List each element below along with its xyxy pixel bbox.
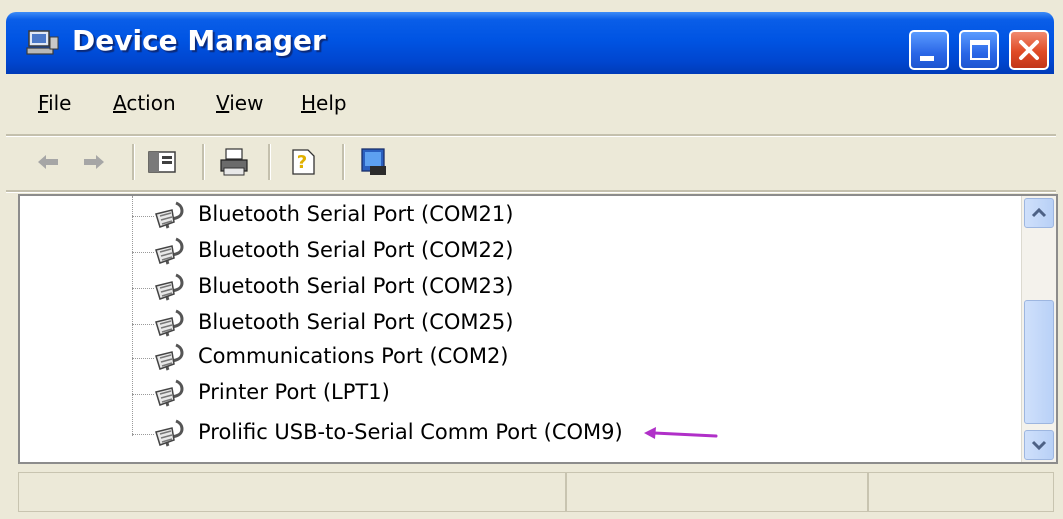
tree-item-label: Printer Port (LPT1) <box>198 380 390 404</box>
menu-help-rest: elp <box>316 91 347 115</box>
close-icon <box>1019 40 1039 60</box>
menu-view[interactable]: View <box>216 91 263 115</box>
close-button[interactable] <box>1009 30 1049 70</box>
print-icon[interactable] <box>218 146 250 178</box>
menu-action-rest: ction <box>126 91 176 115</box>
tree-branch-line <box>132 358 154 359</box>
toolbar-separator-line <box>6 190 1056 193</box>
menu-view-rest: iew <box>229 91 264 115</box>
device-manager-icon <box>26 30 59 55</box>
device-tree[interactable]: Bluetooth Serial Port (COM21) Bluetooth … <box>18 194 1058 464</box>
tree-branch-line <box>132 252 154 253</box>
tree-item[interactable]: Bluetooth Serial Port (COM25) <box>132 306 732 342</box>
menu-file-mnemonic: F <box>38 91 49 115</box>
toolbar-separator <box>202 144 205 180</box>
tree-item-label: Bluetooth Serial Port (COM21) <box>198 202 514 226</box>
scroll-thumb[interactable] <box>1024 300 1054 424</box>
status-pane <box>868 472 1054 512</box>
tree-item[interactable]: Printer Port (LPT1) <box>132 376 732 412</box>
menu-view-mnemonic: V <box>216 91 230 115</box>
menu-help[interactable]: Help <box>301 91 347 115</box>
chevron-up-icon <box>1031 207 1047 218</box>
chevron-down-icon <box>1031 440 1047 451</box>
tree-item-label: Prolific USB-to-Serial Comm Port (COM9) <box>198 420 623 444</box>
serial-port-icon <box>155 419 184 447</box>
tree-branch-line <box>132 288 154 289</box>
tree-item[interactable]: Bluetooth Serial Port (COM21) <box>132 198 732 234</box>
tree-item-label: Bluetooth Serial Port (COM23) <box>198 274 514 298</box>
minimize-button[interactable] <box>909 30 949 70</box>
status-pane <box>566 472 868 512</box>
toolbar-separator <box>268 144 271 180</box>
scroll-down-button[interactable] <box>1024 430 1054 460</box>
device-manager-window: Device Manager File Action View Help ? B… <box>0 0 1063 519</box>
menu-help-mnemonic: H <box>301 91 317 115</box>
svg-text:?: ? <box>297 152 307 173</box>
toolbar: ? <box>6 136 1056 190</box>
status-bar <box>18 470 1056 514</box>
menu-file-rest: ile <box>48 91 72 115</box>
tree-branch-line <box>132 216 154 217</box>
forward-arrow-icon[interactable] <box>78 146 110 178</box>
title-bar[interactable]: Device Manager <box>6 12 1054 74</box>
tree-item[interactable]: Communications Port (COM2) <box>132 340 732 376</box>
show-hide-console-tree-icon[interactable] <box>146 146 178 178</box>
minimize-icon <box>920 56 934 61</box>
tree-branch-line <box>132 394 154 395</box>
menu-bar: File Action View Help <box>6 74 1056 134</box>
maximize-icon <box>970 40 990 60</box>
vertical-scrollbar[interactable] <box>1021 196 1056 462</box>
toolbar-separator <box>342 144 345 180</box>
tree-branch-line <box>132 324 154 325</box>
status-pane <box>18 472 566 512</box>
serial-port-icon <box>155 273 184 301</box>
serial-port-icon <box>155 201 184 229</box>
tree-item[interactable]: Bluetooth Serial Port (COM23) <box>132 270 732 306</box>
menu-file[interactable]: File <box>38 91 71 115</box>
tree-branch-line <box>132 434 154 435</box>
annotation-arrow <box>644 427 718 439</box>
maximize-button[interactable] <box>959 30 999 70</box>
serial-port-icon <box>155 379 184 407</box>
serial-port-icon <box>155 343 184 371</box>
serial-port-icon <box>155 309 184 337</box>
window-title: Device Manager <box>72 24 326 57</box>
tree-item-label: Communications Port (COM2) <box>198 344 509 368</box>
tree-item[interactable]: Bluetooth Serial Port (COM22) <box>132 234 732 270</box>
help-icon[interactable]: ? <box>288 146 320 178</box>
properties-icon[interactable] <box>358 146 390 178</box>
back-arrow-icon[interactable] <box>32 146 64 178</box>
tree-item-label: Bluetooth Serial Port (COM25) <box>198 310 514 334</box>
serial-port-icon <box>155 237 184 265</box>
menu-action-mnemonic: A <box>113 91 127 115</box>
tree-item-label: Bluetooth Serial Port (COM22) <box>198 238 514 262</box>
menu-action[interactable]: Action <box>113 91 176 115</box>
scroll-up-button[interactable] <box>1024 198 1054 228</box>
toolbar-separator <box>132 144 135 180</box>
